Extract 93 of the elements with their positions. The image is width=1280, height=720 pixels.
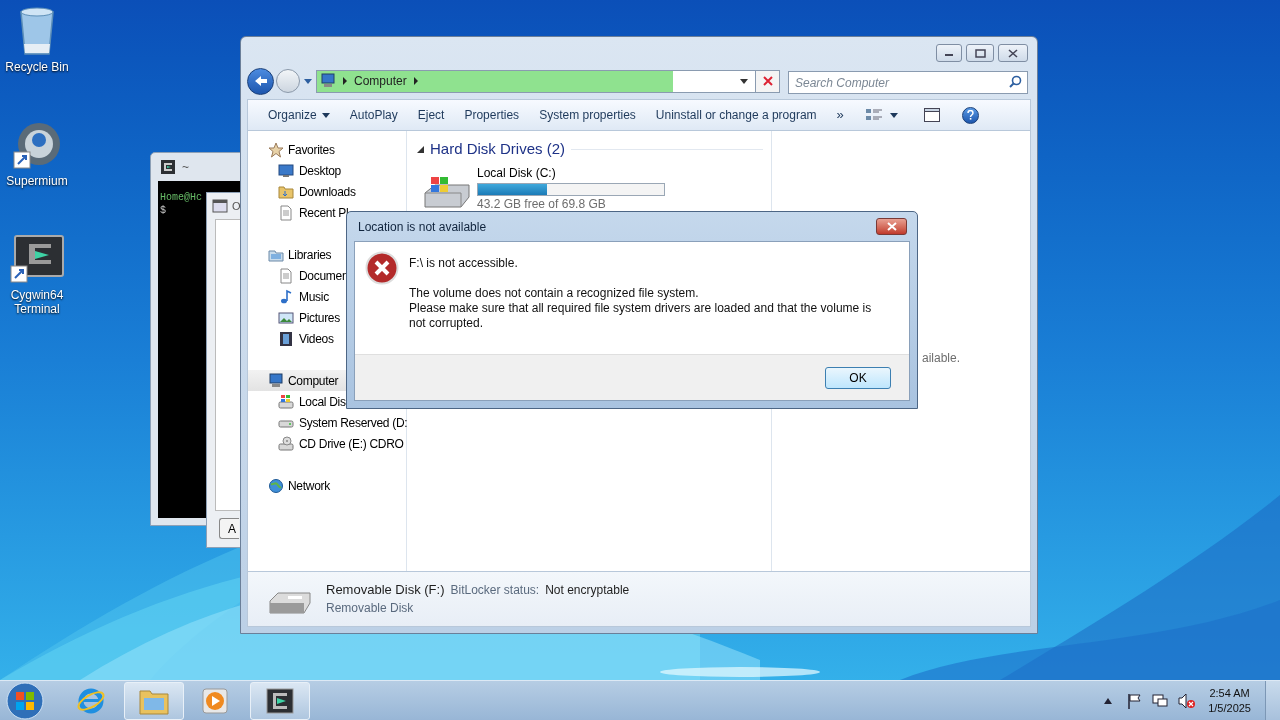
nav-item[interactable]: Music bbox=[248, 286, 406, 307]
dropdown-icon[interactable] bbox=[739, 77, 749, 85]
nav-group-item[interactable]: Favorites bbox=[248, 139, 406, 160]
breadcrumb[interactable]: Computer bbox=[354, 72, 407, 90]
desktop-icon-label[interactable]: Cygwin64 Terminal bbox=[0, 288, 74, 316]
maximize-icon bbox=[974, 48, 986, 58]
nav-group-item[interactable]: Network bbox=[248, 475, 406, 496]
film-icon bbox=[278, 330, 294, 347]
removable-drive-icon bbox=[266, 591, 312, 617]
dialog-title: Location is not available bbox=[358, 218, 487, 236]
toolbar-button[interactable]: Uninstall or change a program bbox=[645, 102, 827, 128]
nav-item[interactable]: Local Dis bbox=[248, 391, 406, 412]
free-space-text: 43.2 GB free of 69.8 GB bbox=[477, 196, 607, 212]
nav-item[interactable]: Videos bbox=[248, 328, 406, 349]
group-header: Hard Disk Drives (2) bbox=[430, 138, 565, 159]
computer-icon bbox=[268, 372, 284, 389]
nav-item[interactable]: CD Drive (E:) CDRO bbox=[248, 433, 406, 454]
chevron-right-icon bbox=[412, 77, 419, 85]
preview-message: ailable. bbox=[922, 351, 961, 365]
error-message: The volume does not contain a recognized file system. bbox=[409, 286, 700, 301]
search-icon bbox=[1009, 74, 1022, 88]
close-icon bbox=[886, 222, 897, 231]
item-name: Removable Disk (F:) bbox=[326, 581, 445, 599]
stop-button[interactable] bbox=[755, 70, 779, 92]
windows-logo-icon bbox=[5, 680, 45, 720]
toolbar-button[interactable]: AutoPlay bbox=[339, 102, 408, 128]
close-button[interactable] bbox=[998, 44, 1028, 62]
nav-item[interactable]: Pictures bbox=[248, 307, 406, 328]
windows-drive-icon bbox=[278, 393, 294, 410]
nav-item[interactable]: Downloads bbox=[248, 181, 406, 202]
collapse-icon[interactable] bbox=[417, 145, 424, 153]
search-field[interactable]: Search Computer bbox=[788, 71, 1028, 94]
minimize-button[interactable] bbox=[936, 44, 962, 62]
computer-icon bbox=[320, 73, 336, 89]
show-hidden-icons-icon[interactable] bbox=[1104, 697, 1113, 704]
toolbar-button[interactable]: Organize bbox=[258, 102, 340, 128]
terminal-line: $ bbox=[160, 204, 167, 217]
caret-icon bbox=[889, 112, 898, 118]
address-bar[interactable]: Computer bbox=[316, 69, 780, 93]
document-icon bbox=[278, 267, 294, 284]
window-icon bbox=[212, 199, 228, 213]
drive-name[interactable]: Local Disk (C:) bbox=[477, 165, 665, 181]
chevron-right-icon bbox=[342, 77, 348, 85]
toolbar-button[interactable]: Properties bbox=[454, 102, 530, 128]
window-title: O bbox=[232, 198, 241, 214]
dialog-button[interactable]: A bbox=[219, 518, 239, 539]
left-arrow-icon bbox=[253, 75, 268, 87]
media-player-icon bbox=[200, 685, 230, 716]
more-button[interactable]: » bbox=[826, 105, 854, 125]
monitor-icon bbox=[278, 162, 294, 179]
folder-icon bbox=[278, 183, 294, 200]
flag-icon[interactable] bbox=[1126, 692, 1143, 709]
ok-button[interactable]: OK bbox=[825, 366, 891, 389]
pane-icon bbox=[923, 108, 940, 122]
caret-icon bbox=[321, 112, 330, 118]
terminal-icon bbox=[160, 159, 176, 175]
network-icon[interactable] bbox=[1152, 692, 1169, 709]
close-button[interactable] bbox=[876, 218, 907, 235]
back-button[interactable] bbox=[247, 67, 274, 95]
document-icon bbox=[278, 204, 294, 221]
help-button[interactable] bbox=[961, 106, 979, 124]
desktop-icon-label[interactable]: Supermium bbox=[0, 174, 74, 188]
globe-icon bbox=[268, 477, 284, 494]
error-heading: F:\ is not accessible. bbox=[409, 256, 519, 271]
item-type: Removable Disk bbox=[326, 600, 415, 617]
property-label: BitLocker status: bbox=[450, 582, 540, 599]
taskbar-app[interactable] bbox=[250, 681, 310, 720]
hard-drive-icon bbox=[423, 175, 471, 209]
terminal-icon bbox=[9, 234, 65, 284]
star-icon bbox=[268, 141, 284, 158]
nav-group-item[interactable]: Libraries bbox=[248, 244, 406, 265]
error-message: Please make sure that all required file system drivers are loaded and that the volume is not corrupted. bbox=[409, 301, 873, 331]
picture-icon bbox=[278, 309, 294, 326]
clock[interactable]: 2:54 AM 1/5/2025 bbox=[1208, 685, 1251, 716]
close-icon bbox=[1008, 48, 1018, 58]
help-icon bbox=[966, 110, 974, 120]
window-title: ~ bbox=[182, 159, 189, 176]
terminal-line: Home@Hc bbox=[160, 191, 203, 204]
disc-drive-icon bbox=[278, 435, 294, 452]
terminal-icon bbox=[265, 686, 295, 715]
close-icon bbox=[762, 76, 773, 86]
error-icon bbox=[365, 251, 399, 285]
globe-icon bbox=[12, 120, 62, 170]
nav-item[interactable]: Desktop bbox=[248, 160, 406, 181]
muted-speaker-icon[interactable] bbox=[1178, 692, 1197, 709]
nav-item[interactable]: System Reserved (D: bbox=[248, 412, 406, 433]
details-view-icon bbox=[865, 108, 882, 122]
toolbar-button[interactable]: Eject bbox=[407, 102, 455, 128]
desktop-icon-label[interactable]: Recycle Bin bbox=[0, 60, 74, 74]
toolbar-button[interactable]: System properties bbox=[529, 102, 646, 128]
maximize-button[interactable] bbox=[966, 44, 994, 62]
property-value: Not encryptable bbox=[545, 582, 630, 599]
music-note-icon bbox=[278, 288, 294, 305]
